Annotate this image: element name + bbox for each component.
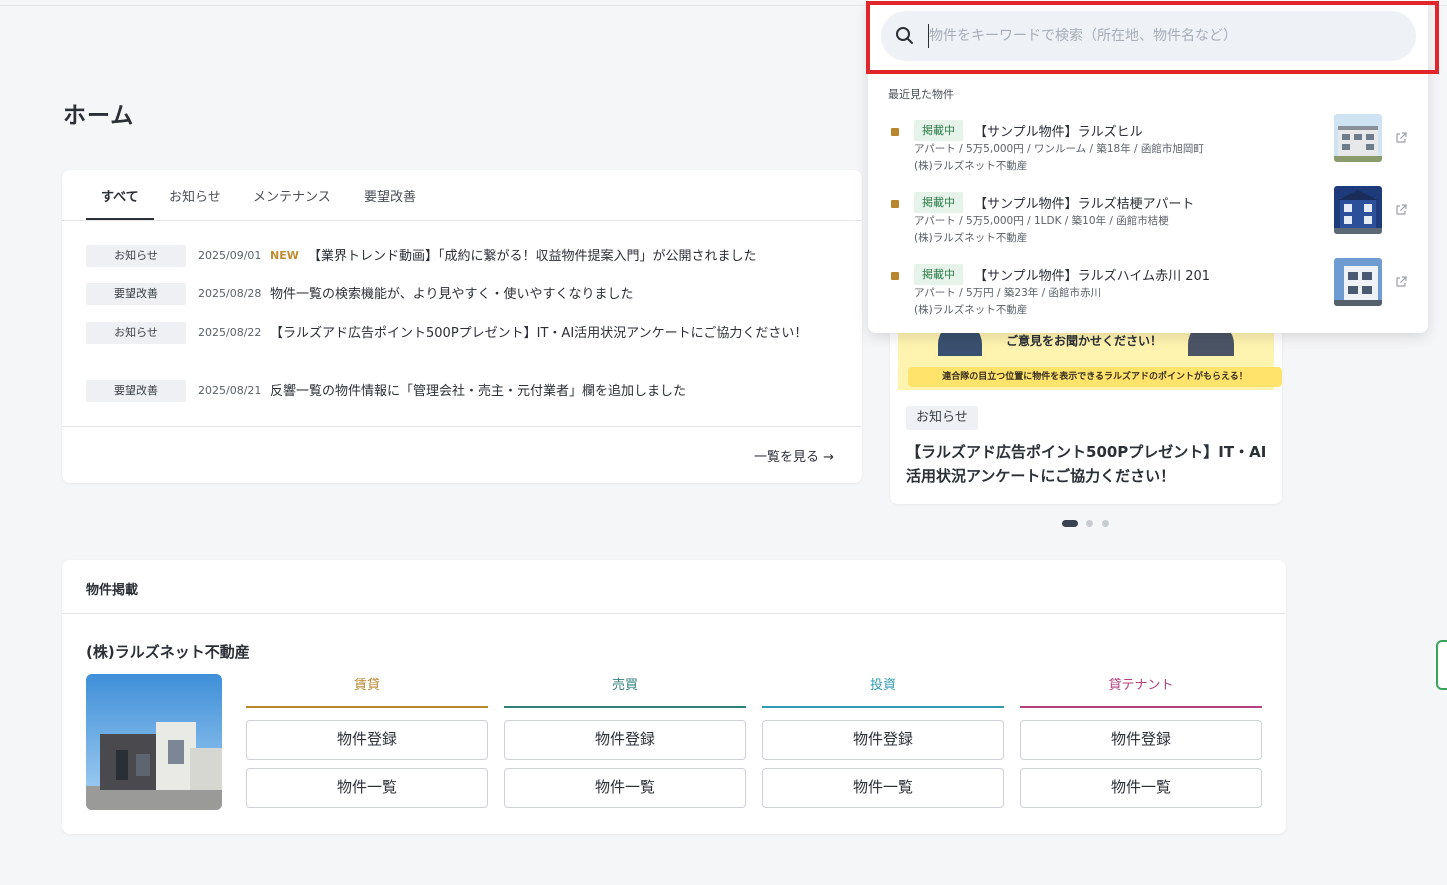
recent-property-title[interactable]: 【サンプル物件】ラルズヒル: [974, 121, 1143, 140]
banner-category-badge: お知らせ: [906, 406, 978, 430]
side-widget-tab[interactable]: [1436, 640, 1447, 690]
recent-property-company: (株)ラルズネット不動産: [914, 304, 1028, 316]
active-tab-indicator: [86, 218, 154, 220]
external-link-icon[interactable]: [1394, 275, 1408, 289]
recent-property-title[interactable]: 【サンプル物件】ラルズハイム赤川 201: [974, 265, 1210, 284]
page-title: ホーム: [63, 103, 135, 129]
news-tabs: すべて お知らせ メンテナンス 要望改善: [62, 170, 862, 221]
company-image: [86, 674, 222, 810]
new-badge: NEW: [270, 249, 299, 262]
recent-label: 最近見た物件: [888, 88, 954, 101]
property-marker: [891, 272, 899, 280]
news-date: 2025/09/01: [198, 249, 262, 262]
investment-register-button[interactable]: 物件登録: [762, 720, 1004, 760]
sale-register-button[interactable]: 物件登録: [504, 720, 746, 760]
company-name: (株)ラルズネット不動産: [86, 643, 250, 661]
column-label-rental: 賃貸: [353, 678, 380, 693]
banner-image-text: ご意見をお聞かせください！: [1006, 334, 1163, 348]
news-card: すべて お知らせ メンテナンス 要望改善 お知らせ 2025/09/01 NEW…: [62, 170, 862, 483]
rental-list-button[interactable]: 物件一覧: [246, 768, 488, 808]
news-category-badge: 要望改善: [86, 283, 186, 305]
tenant-list-button[interactable]: 物件一覧: [1020, 768, 1262, 808]
tab-maintenance[interactable]: メンテナンス: [253, 186, 331, 205]
recent-property-item[interactable]: 掲載中 【サンプル物件】ラルズハイム赤川 201 アパート / 5万円 / 築2…: [888, 258, 1414, 324]
news-divider: [62, 426, 862, 427]
banner-image-strip: 連合隊の目立つ位置に物件を表示できるラルズアドのポイントがもらえる！: [908, 367, 1282, 387]
tab-notice[interactable]: お知らせ: [169, 186, 221, 205]
recent-property-item[interactable]: 掲載中 【サンプル物件】ラルズヒル アパート / 5万5,000円 / ワンルー…: [888, 114, 1414, 180]
recent-property-meta: アパート / 5万円 / 築23年 / 函館市赤川: [914, 287, 1101, 299]
carousel-dot[interactable]: [1102, 520, 1109, 527]
carousel-dot-active[interactable]: [1062, 520, 1078, 527]
news-item[interactable]: お知らせ 2025/08/22 【ラルズアド広告ポイント500Pプレゼント】IT…: [86, 322, 826, 366]
news-item[interactable]: 要望改善 2025/08/28 物件一覧の検索機能が、より見やすく・使いやすくな…: [86, 283, 826, 307]
recent-property-item[interactable]: 掲載中 【サンプル物件】ラルズ桔梗アパート アパート / 5万5,000円 / …: [888, 186, 1414, 252]
property-divider: [62, 613, 1286, 614]
news-category-badge: お知らせ: [86, 245, 186, 267]
news-item[interactable]: 要望改善 2025/08/21 反響一覧の物件情報に「管理会社・売主・元付業者」…: [86, 380, 826, 404]
column-label-tenant: 貸テナント: [1108, 678, 1174, 693]
column-label-investment: 投資: [869, 678, 896, 693]
news-category-badge: 要望改善: [86, 380, 186, 402]
status-badge: 掲載中: [914, 120, 963, 141]
column-underline: [762, 706, 1004, 708]
news-title[interactable]: 【業界トレンド動画】「成約に繋がる！収益物件提案入門」が公開されました: [308, 247, 828, 267]
banner-title[interactable]: 【ラルズアド広告ポイント500Pプレゼント】IT・AI活用状況アンケートにご協力…: [906, 440, 1268, 488]
recent-property-meta: アパート / 5万5,000円 / 1LDK / 築10年 / 函館市桔梗: [914, 215, 1169, 227]
news-item[interactable]: お知らせ 2025/09/01 NEW 【業界トレンド動画】「成約に繋がる！収益…: [86, 245, 826, 269]
status-badge: 掲載中: [914, 192, 963, 213]
column-underline: [1020, 706, 1262, 708]
tab-all[interactable]: すべて: [101, 186, 139, 205]
external-link-icon[interactable]: [1394, 203, 1408, 217]
sale-list-button[interactable]: 物件一覧: [504, 768, 746, 808]
recent-property-meta: アパート / 5万5,000円 / ワンルーム / 築18年 / 函館市旭岡町: [914, 143, 1204, 155]
see-all-link[interactable]: 一覧を見る →: [754, 446, 834, 465]
property-card: 物件掲載 (株)ラルズネット不動産 賃貸 物件登録 物件一覧 売買 物件登録 物…: [62, 560, 1286, 834]
news-date: 2025/08/28: [198, 287, 262, 300]
property-section-title: 物件掲載: [86, 583, 139, 598]
column-label-sale: 売買: [611, 678, 638, 693]
property-thumbnail: [1334, 114, 1382, 162]
investment-list-button[interactable]: 物件一覧: [762, 768, 1004, 808]
property-marker: [891, 200, 899, 208]
search-highlight-frame: [866, 1, 1439, 74]
news-date: 2025/08/21: [198, 384, 262, 397]
external-link-icon[interactable]: [1394, 131, 1408, 145]
tab-improvement[interactable]: 要望改善: [364, 186, 416, 205]
column-underline: [504, 706, 746, 708]
recent-property-company: (株)ラルズネット不動産: [914, 232, 1028, 244]
news-date: 2025/08/22: [198, 326, 262, 339]
property-thumbnail: [1334, 186, 1382, 234]
news-title[interactable]: 【ラルズアド広告ポイント500Pプレゼント】IT・AI活用状況アンケートにご協力…: [270, 324, 820, 344]
news-title[interactable]: 物件一覧の検索機能が、より見やすく・使いやすくなりました: [270, 285, 830, 305]
status-badge: 掲載中: [914, 264, 963, 285]
recent-property-title[interactable]: 【サンプル物件】ラルズ桔梗アパート: [974, 193, 1194, 212]
rental-register-button[interactable]: 物件登録: [246, 720, 488, 760]
news-category-badge: お知らせ: [86, 322, 186, 344]
carousel-dot[interactable]: [1086, 520, 1093, 527]
property-marker: [891, 128, 899, 136]
column-underline: [246, 706, 488, 708]
news-title[interactable]: 反響一覧の物件情報に「管理会社・売主・元付業者」欄を追加しました: [270, 382, 830, 402]
recent-property-company: (株)ラルズネット不動産: [914, 160, 1028, 172]
tenant-register-button[interactable]: 物件登録: [1020, 720, 1262, 760]
property-thumbnail: [1334, 258, 1382, 306]
